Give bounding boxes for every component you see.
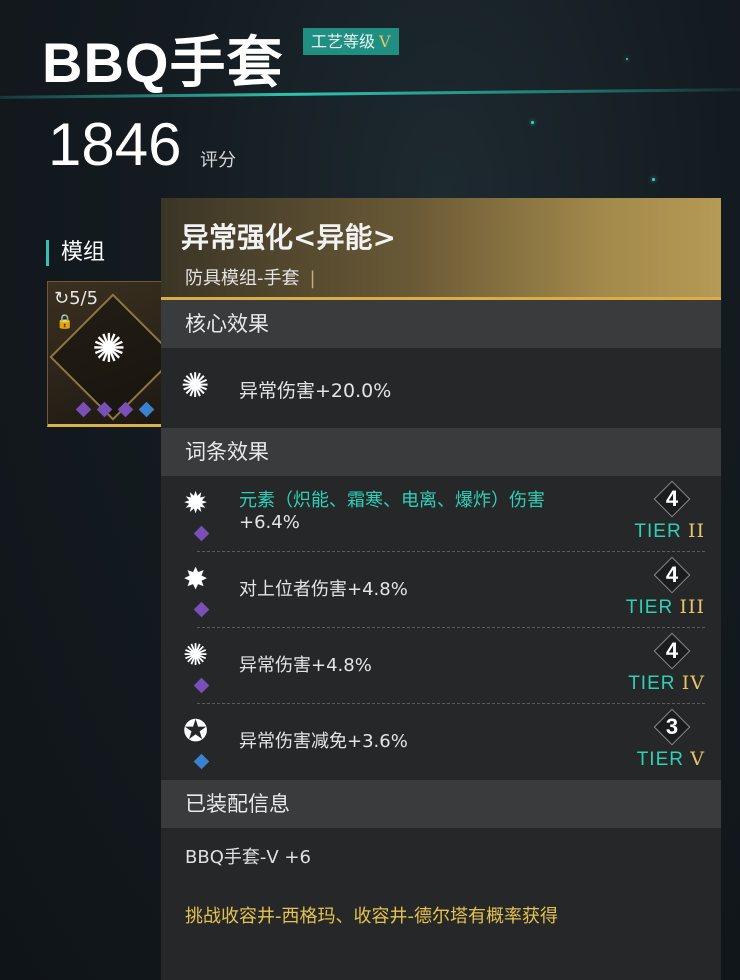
panel-header: 异常强化<异能> 防具模组-手套 | [161, 198, 721, 300]
boss-damage-icon: ✸ [183, 562, 209, 597]
affix-row: ✺ 异常伤害+4.8% 4 TIER IV [161, 628, 721, 704]
core-effect-header: 核心效果 [161, 300, 721, 348]
module-slot-dots [75, 401, 155, 418]
module-card[interactable]: ↻5/5 🔒 ✺ [47, 281, 167, 427]
module-name: 异常强化<异能> [181, 221, 396, 254]
element-damage-icon: ✹ [183, 486, 209, 521]
tier-number-badge: 4 [653, 480, 691, 518]
spark-decoration [652, 178, 655, 181]
affix-text: 异常伤害+4.8% [239, 655, 372, 676]
slot-diamond-icon [138, 401, 155, 418]
module-type: 防具模组-手套 | [185, 268, 316, 289]
module-count: ↻5/5 [54, 288, 98, 309]
refresh-icon: ↻ [54, 288, 70, 309]
score-label: 评分 [200, 150, 236, 171]
affix-row: ✪ 异常伤害减免+3.6% 3 TIER V [161, 704, 721, 780]
tier-label: TIER II [634, 520, 705, 542]
tier-label: TIER IV [628, 672, 705, 694]
affix-text: 异常伤害减免+3.6% [239, 731, 408, 752]
acquisition-source: 挑战收容井-西格玛、收容井-德尔塔有概率获得 [185, 906, 558, 927]
module-section-title: 模组 [46, 240, 105, 266]
spark-decoration [531, 121, 534, 124]
affix-diamond-icon [193, 601, 210, 618]
core-effect-row: ✺ 异常伤害+20.0% [161, 348, 721, 428]
affix-diamond-icon [193, 677, 210, 694]
spark-decoration [626, 58, 628, 60]
equipped-info-header: 已装配信息 [161, 780, 721, 828]
lock-icon[interactable]: 🔒 [56, 314, 73, 330]
slot-diamond-icon [75, 401, 92, 418]
tier-number-badge: 4 [653, 556, 691, 594]
affix-diamond-icon [193, 753, 210, 770]
affix-text: 元素（炽能、霜寒、电离、爆炸）伤害+6.4% [239, 490, 545, 533]
equipped-item-name: BBQ手套-Ⅴ +6 [185, 847, 311, 868]
core-effect-text: 异常伤害+20.0% [239, 380, 392, 402]
affix-row: ✸ 对上位者伤害+4.8% 4 TIER III [161, 552, 721, 628]
score-value: 1846 [48, 111, 182, 178]
craft-grade-label: 工艺等级 [311, 32, 376, 51]
affix-text: 对上位者伤害+4.8% [239, 579, 408, 600]
craft-grade-badge: 工艺等级 V [303, 28, 399, 55]
tier-label: TIER III [625, 596, 705, 618]
module-count-value: 5/5 [69, 288, 99, 309]
anomaly-damage-icon: ✺ [181, 366, 210, 406]
tier-label: TIER V [636, 748, 705, 770]
module-detail-panel: 异常强化<异能> 防具模组-手套 | 核心效果 ✺ 异常伤害+20.0% 词条效果… [161, 198, 721, 980]
anomaly-damage-icon: ✺ [183, 638, 209, 673]
slot-diamond-icon [96, 401, 113, 418]
affix-effect-header: 词条效果 [161, 428, 721, 476]
item-title: BBQ手套 [42, 31, 284, 94]
affix-diamond-icon [193, 525, 210, 542]
tier-number-badge: 4 [653, 632, 691, 670]
slot-diamond-icon [117, 401, 134, 418]
tier-number-badge: 3 [653, 708, 691, 746]
anomaly-reduction-icon: ✪ [183, 714, 209, 749]
craft-grade-roman: V [379, 32, 391, 51]
affix-row: ✹ 元素（炽能、霜寒、电离、爆炸）伤害+6.4% 4 TIER II [161, 476, 721, 552]
anomaly-emblem-icon: ✺ [92, 326, 126, 372]
